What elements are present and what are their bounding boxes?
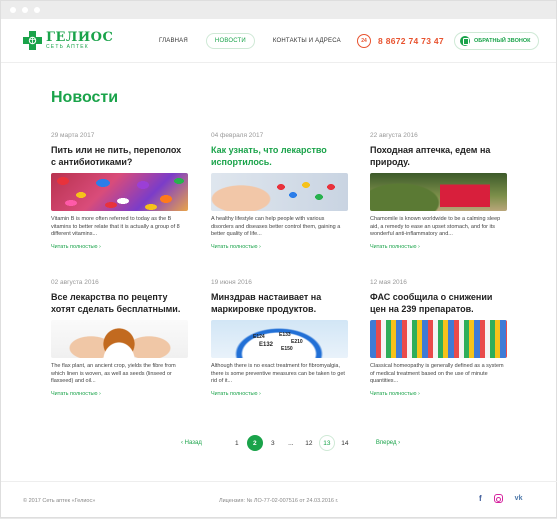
browser-window: ГЕЛИОС СЕТЬ АПТЕК ГЛАВНАЯ НОВОСТИ КОНТАК… xyxy=(0,0,557,518)
phone-24h-icon: 24 xyxy=(357,34,371,48)
news-title[interactable]: Как узнать, что лекарство испортилось. xyxy=(211,144,348,169)
brand-subtitle: СЕТЬ АПТЕК xyxy=(46,44,89,50)
news-title[interactable]: Минздрав настаивает на маркировке продук… xyxy=(211,291,348,316)
news-image-additives-bowl[interactable]: E132 E124 E133 E150 E210 xyxy=(211,320,348,358)
news-card: 19 июня 2016 Минздрав настаивает на марк… xyxy=(211,279,348,397)
site-header: ГЕЛИОС СЕТЬ АПТЕК ГЛАВНАЯ НОВОСТИ КОНТАК… xyxy=(1,19,556,63)
news-card: 22 августа 2016 Походная аптечка, едем н… xyxy=(370,132,507,250)
page-title: Новости xyxy=(51,89,119,106)
news-excerpt: The flax plant, an ancient crop, yields … xyxy=(51,363,176,384)
phone-number[interactable]: 8 8672 74 73 47 xyxy=(378,36,444,46)
read-more-link[interactable]: Читать полностью › xyxy=(51,244,188,250)
news-excerpt: Chamomile is known worldwide to be a cal… xyxy=(370,216,501,237)
pagination: ‹ Назад 1 2 3 ... 12 13 14 Вперед › xyxy=(181,435,400,451)
news-card: 29 марта 2017 Пить или не пить, переполо… xyxy=(51,132,188,250)
window-dot xyxy=(22,7,28,13)
news-image-pharmacy-shelf[interactable] xyxy=(370,320,507,358)
nav-item-news[interactable]: НОВОСТИ xyxy=(205,33,255,49)
news-date: 12 мая 2016 xyxy=(370,279,407,286)
news-excerpt: A healthy lifestyle can help people with… xyxy=(211,216,341,237)
phone-handset-icon xyxy=(460,36,470,46)
callback-label: ОБРАТНЫЙ ЗВОНОК xyxy=(474,38,531,44)
read-more-link[interactable]: Читать полностью › xyxy=(370,244,507,250)
pharmacy-cross-icon xyxy=(23,31,42,50)
svg-text:E124: E124 xyxy=(253,334,265,340)
phone-block[interactable]: 24 8 8672 74 73 47 xyxy=(357,34,444,48)
news-date: 19 июня 2016 xyxy=(211,279,252,286)
copyright: © 2017 Сеть аптек «Гелиос» xyxy=(23,498,96,504)
pagination-prev[interactable]: ‹ Назад xyxy=(181,440,202,446)
news-image-first-aid-bag[interactable] xyxy=(370,173,507,211)
news-card: 12 мая 2016 ФАС сообщила о снижении цен … xyxy=(370,279,507,397)
instagram-icon[interactable] xyxy=(493,494,503,503)
news-card: 04 февраля 2017 Как узнать, что лекарств… xyxy=(211,132,348,250)
read-more-link[interactable]: Читать полностью › xyxy=(51,391,188,397)
vk-icon[interactable]: vk xyxy=(515,495,523,502)
window-dot xyxy=(10,7,16,13)
window-chrome xyxy=(1,1,556,19)
news-excerpt: Vitamin B is more often referred to toda… xyxy=(51,216,180,237)
callback-button[interactable]: ОБРАТНЫЙ ЗВОНОК xyxy=(454,32,540,50)
news-card: 02 августа 2016 Все лекарства по рецепту… xyxy=(51,279,188,397)
news-date: 22 августа 2016 xyxy=(370,132,418,139)
e-additives-labels: E132 E124 E133 E150 E210 xyxy=(253,332,303,352)
news-title[interactable]: ФАС сообщила о снижении цен на 239 препа… xyxy=(370,291,507,316)
news-title[interactable]: Пить или не пить, переполох с антибиотик… xyxy=(51,144,188,169)
nav-item-home[interactable]: ГЛАВНАЯ xyxy=(151,34,196,48)
logo[interactable]: ГЕЛИОС СЕТЬ АПТЕК xyxy=(23,31,113,50)
window-dot xyxy=(34,7,40,13)
news-date: 04 февраля 2017 xyxy=(211,132,264,139)
news-excerpt: Although there is no exact treatment for… xyxy=(211,363,345,384)
social-links: f vk xyxy=(479,494,522,503)
svg-text:E132: E132 xyxy=(259,342,274,348)
read-more-link[interactable]: Читать полностью › xyxy=(370,391,507,397)
nav-item-contacts[interactable]: КОНТАКТЫ И АДРЕСА xyxy=(265,34,349,48)
page-link-current[interactable]: 2 xyxy=(246,435,263,451)
svg-text:E150: E150 xyxy=(281,346,293,352)
page-link[interactable]: 13 xyxy=(318,435,335,451)
read-more-link[interactable]: Читать полностью › xyxy=(211,244,348,250)
svg-text:E133: E133 xyxy=(279,332,291,338)
page-link[interactable]: 12 xyxy=(301,435,317,451)
news-date: 02 августа 2016 xyxy=(51,279,99,286)
news-excerpt: Classical homeopathy is generally define… xyxy=(370,363,504,384)
site-footer: © 2017 Сеть аптек «Гелиос» Лицензия: № Л… xyxy=(1,481,557,519)
page-link[interactable]: 3 xyxy=(265,435,281,451)
license-text: Лицензия: № ЛО-77-02-007516 от 24.03.201… xyxy=(219,498,339,504)
read-more-link[interactable]: Читать полностью › xyxy=(211,391,348,397)
page-link[interactable]: 1 xyxy=(229,435,245,451)
news-date: 29 марта 2017 xyxy=(51,132,95,139)
facebook-icon[interactable]: f xyxy=(479,494,482,503)
news-title[interactable]: Все лекарства по рецепту хотят сделать б… xyxy=(51,291,188,316)
svg-text:E210: E210 xyxy=(291,339,303,345)
pagination-next[interactable]: Вперед › xyxy=(376,440,400,446)
page-link[interactable]: 14 xyxy=(337,435,353,451)
main-nav: ГЛАВНАЯ НОВОСТИ КОНТАКТЫ И АДРЕСА xyxy=(151,33,349,49)
news-image-hands-pills[interactable] xyxy=(51,320,188,358)
page-ellipsis: ... xyxy=(288,439,294,447)
news-image-pills[interactable] xyxy=(51,173,188,211)
news-image-hand-pills[interactable] xyxy=(211,173,348,211)
brand-name: ГЕЛИОС xyxy=(46,30,114,45)
news-title[interactable]: Походная аптечка, едем на природу. xyxy=(370,144,507,169)
